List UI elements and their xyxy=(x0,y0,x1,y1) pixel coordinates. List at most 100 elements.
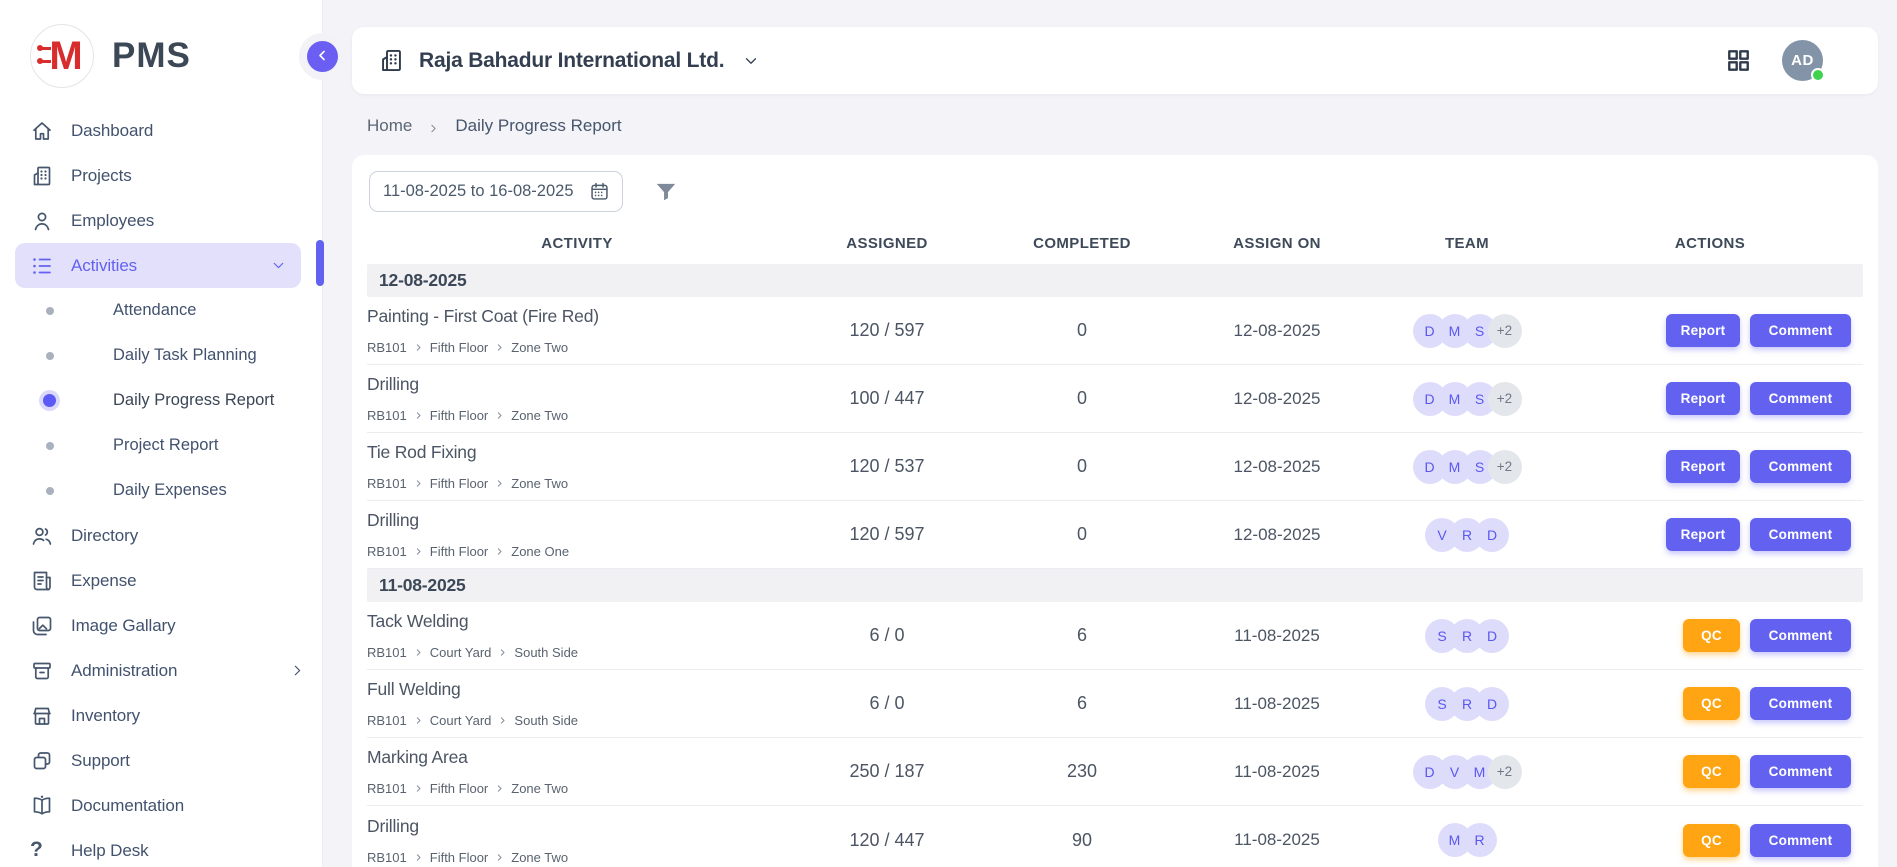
location-segment: Zone Two xyxy=(511,850,568,865)
apps-grid-button[interactable] xyxy=(1725,47,1752,74)
chevron-right-icon xyxy=(289,662,306,679)
chevron-right-icon xyxy=(495,479,504,488)
assign-on-date: 12-08-2025 xyxy=(1177,525,1377,545)
qc-button[interactable]: QC xyxy=(1683,619,1740,652)
location-segment: RB101 xyxy=(367,476,407,491)
row-actions: Report Comment xyxy=(1557,450,1863,483)
table-header: ACTIVITY ASSIGNED COMPLETED ASSIGN ON TE… xyxy=(367,222,1863,264)
qc-button[interactable]: QC xyxy=(1683,687,1740,720)
table-row: Marking AreaRB101Fifth FloorZone Two250 … xyxy=(367,738,1863,806)
assigned-value: 100 / 447 xyxy=(787,388,987,409)
sidebar-subitem-label: Daily Progress Report xyxy=(113,391,274,410)
chevron-right-icon xyxy=(495,411,504,420)
sidebar-item-inventory[interactable]: Inventory xyxy=(0,693,322,738)
comment-button[interactable]: Comment xyxy=(1750,619,1851,652)
sidebar-item-help-desk[interactable]: ?Help Desk xyxy=(0,828,322,867)
sidebar-item-activities[interactable]: Activities xyxy=(15,243,301,288)
location-segment: Fifth Floor xyxy=(430,850,489,865)
chevron-right-icon xyxy=(495,547,504,556)
filter-button[interactable] xyxy=(653,179,679,205)
column-header-actions: ACTIONS xyxy=(1557,235,1863,252)
grid-icon xyxy=(1725,62,1752,77)
chevron-right-icon xyxy=(414,547,423,556)
report-button[interactable]: Report xyxy=(1666,314,1740,347)
location-segment: Fifth Floor xyxy=(430,340,489,355)
assign-on-date: 12-08-2025 xyxy=(1177,321,1377,341)
report-button[interactable]: Report xyxy=(1666,518,1740,551)
location-segment: Fifth Floor xyxy=(430,408,489,423)
assign-on-date: 12-08-2025 xyxy=(1177,389,1377,409)
breadcrumb-home[interactable]: Home xyxy=(367,116,412,136)
team-extra-count: +2 xyxy=(1488,382,1522,416)
sidebar-item-label: Inventory xyxy=(71,706,140,726)
sidebar-item-support[interactable]: Support xyxy=(0,738,322,783)
comment-button[interactable]: Comment xyxy=(1750,824,1851,857)
location-segment: RB101 xyxy=(367,645,407,660)
app-name: PMS xyxy=(112,36,191,76)
report-button[interactable]: Report xyxy=(1666,450,1740,483)
comment-button[interactable]: Comment xyxy=(1750,382,1851,415)
location-segment: South Side xyxy=(514,645,578,660)
sidebar-subitem-daily-expenses[interactable]: Daily Expenses xyxy=(0,468,322,513)
comment-button[interactable]: Comment xyxy=(1750,314,1851,347)
activity-name: Full Welding xyxy=(367,679,787,700)
image-icon xyxy=(30,614,54,638)
chevron-right-icon xyxy=(495,784,504,793)
comment-button[interactable]: Comment xyxy=(1750,687,1851,720)
archive-icon xyxy=(30,659,54,683)
comment-button[interactable]: Comment xyxy=(1750,518,1851,551)
comment-button[interactable]: Comment xyxy=(1750,755,1851,788)
sidebar-item-expense[interactable]: Expense xyxy=(0,558,322,603)
sidebar-item-documentation[interactable]: Documentation xyxy=(0,783,322,828)
team-avatars: DMS+2 xyxy=(1377,314,1557,348)
list-icon xyxy=(30,254,54,278)
qc-button[interactable]: QC xyxy=(1683,824,1740,857)
qc-button[interactable]: QC xyxy=(1683,755,1740,788)
comment-button[interactable]: Comment xyxy=(1750,450,1851,483)
sidebar-subitem-label: Daily Expenses xyxy=(113,481,227,500)
location-segment: RB101 xyxy=(367,713,407,728)
sidebar-item-label: Documentation xyxy=(71,796,184,816)
sidebar-item-administration[interactable]: Administration xyxy=(0,648,322,693)
row-actions: Report Comment xyxy=(1557,518,1863,551)
app-logo: M PMS xyxy=(0,0,322,98)
team-extra-count: +2 xyxy=(1488,755,1522,789)
assigned-value: 120 / 537 xyxy=(787,456,987,477)
sidebar-subitem-project-report[interactable]: Project Report xyxy=(0,423,322,468)
team-member-avatar: D xyxy=(1475,687,1509,721)
sidebar-subitem-daily-progress-report[interactable]: Daily Progress Report xyxy=(0,378,322,423)
location-segment: Court Yard xyxy=(430,645,492,660)
company-selector[interactable]: Raja Bahadur International Ltd. xyxy=(378,47,760,74)
sidebar-item-dashboard[interactable]: Dashboard xyxy=(0,108,322,153)
sidebar-item-directory[interactable]: Directory xyxy=(0,513,322,558)
sidebar-subitem-label: Project Report xyxy=(113,436,218,455)
bullet-dot-icon xyxy=(46,487,54,495)
chevron-right-icon xyxy=(498,648,507,657)
sidebar-item-image-gallary[interactable]: Image Gallary xyxy=(0,603,322,648)
completed-value: 230 xyxy=(987,761,1177,782)
date-group-header: 11-08-2025 xyxy=(367,569,1863,602)
location-segment: RB101 xyxy=(367,781,407,796)
users-icon xyxy=(30,524,54,548)
location-segment: Fifth Floor xyxy=(430,544,489,559)
assigned-value: 6 / 0 xyxy=(787,625,987,646)
sidebar-item-projects[interactable]: Projects xyxy=(0,153,322,198)
sidebar-item-label: Directory xyxy=(71,526,138,546)
activity-location: RB101 Court Yard South Side xyxy=(367,645,787,660)
user-avatar[interactable]: AD xyxy=(1782,40,1823,81)
column-header-activity: ACTIVITY xyxy=(367,235,787,252)
date-range-input[interactable]: 11-08-2025 to 16-08-2025 xyxy=(369,171,623,212)
sidebar-collapse-button[interactable] xyxy=(307,41,338,72)
question-icon: ? xyxy=(30,839,54,863)
sidebar-subitem-daily-task-planning[interactable]: Daily Task Planning xyxy=(0,333,322,378)
sidebar-subitem-attendance[interactable]: Attendance xyxy=(0,288,322,333)
bullet-dot-icon xyxy=(46,307,54,315)
copy-icon xyxy=(30,749,54,773)
report-button[interactable]: Report xyxy=(1666,382,1740,415)
assigned-value: 120 / 597 xyxy=(787,320,987,341)
location-segment: South Side xyxy=(514,713,578,728)
table-row: DrillingRB101Fifth FloorZone Two100 / 44… xyxy=(367,365,1863,433)
main-area: Raja Bahadur International Ltd. AD Home … xyxy=(323,0,1897,867)
sidebar-item-employees[interactable]: Employees xyxy=(0,198,322,243)
completed-value: 0 xyxy=(987,524,1177,545)
